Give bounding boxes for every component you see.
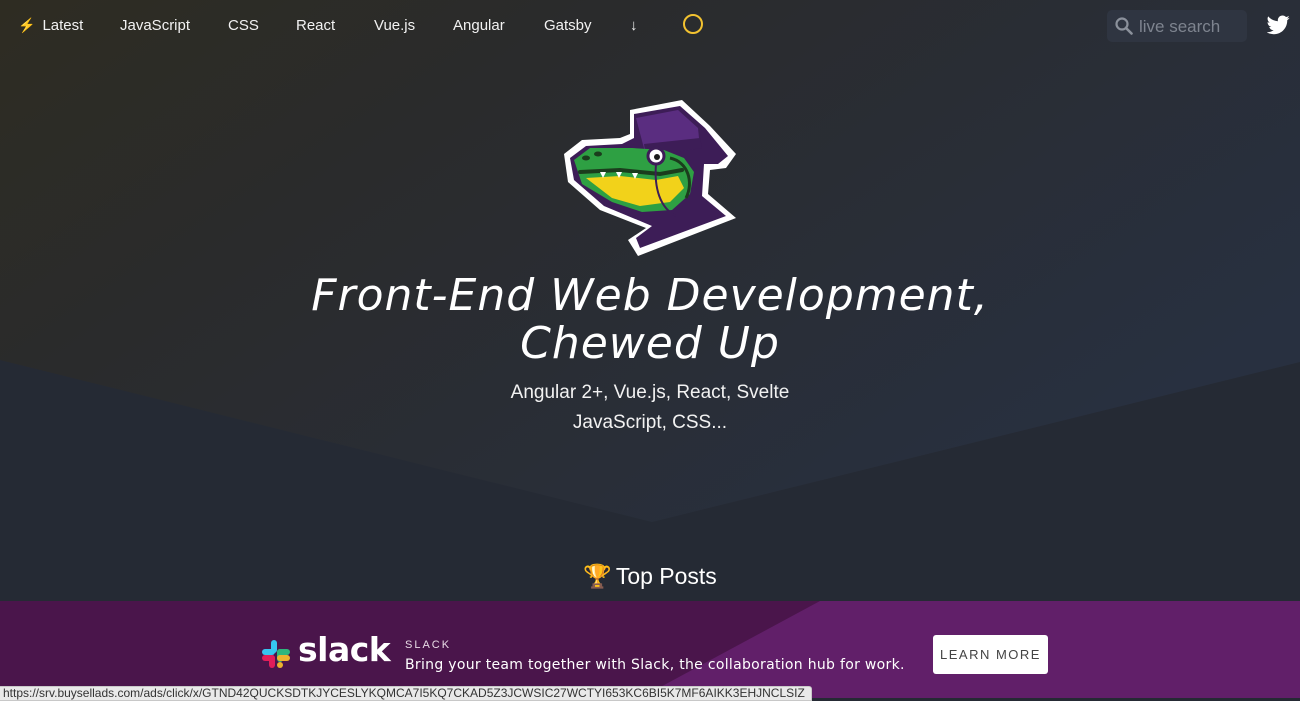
- top-posts-label: Top Posts: [615, 563, 717, 589]
- nav-item-css[interactable]: CSS: [228, 17, 259, 34]
- top-posts-heading: 🏆 Top Posts: [0, 563, 1300, 590]
- ad-text: Bring your team together with Slack, the…: [405, 657, 905, 673]
- nav-item-angular[interactable]: Angular: [453, 17, 505, 34]
- search-icon: [1115, 17, 1133, 35]
- nav-item-vuejs[interactable]: Vue.js: [374, 17, 415, 34]
- slack-logo-icon: [262, 640, 290, 668]
- hero-subtitle-line2: JavaScript, CSS...: [572, 412, 728, 433]
- status-bar-url: https://srv.buysellads.com/ads/click/x/G…: [0, 686, 812, 701]
- search-input[interactable]: [1137, 15, 1245, 39]
- ad-background: [0, 601, 1300, 698]
- learn-more-button[interactable]: LEARN MORE: [933, 635, 1048, 674]
- slack-wordmark: slack: [298, 630, 391, 669]
- theme-toggle-circle-icon[interactable]: [683, 14, 703, 34]
- nav-item-gatsby[interactable]: Gatsby: [544, 17, 592, 34]
- nav-more-arrow[interactable]: ↓: [630, 17, 638, 34]
- trophy-icon: 🏆: [583, 563, 612, 589]
- nav-item-javascript[interactable]: JavaScript: [120, 17, 190, 34]
- twitter-icon[interactable]: [1267, 15, 1290, 35]
- lightning-icon: ⚡: [18, 17, 36, 33]
- hero-title-line1: Front-End Web Development,: [311, 270, 989, 321]
- ad-banner[interactable]: [0, 601, 1300, 698]
- ad-company: SLACK: [405, 639, 452, 651]
- nav-item-latest[interactable]: ⚡ Latest: [18, 17, 83, 34]
- hero-title-line2: Chewed Up: [520, 318, 780, 369]
- alligator-logo-icon: [564, 100, 736, 256]
- hero-subtitle-line1: Angular 2+, Vue.js, React, Svelte: [510, 382, 790, 403]
- nav-item-react[interactable]: React: [296, 17, 335, 34]
- top-nav: ⚡ Latest JavaScript CSS React Vue.js Angu…: [0, 0, 1300, 52]
- search-box[interactable]: [1107, 10, 1247, 42]
